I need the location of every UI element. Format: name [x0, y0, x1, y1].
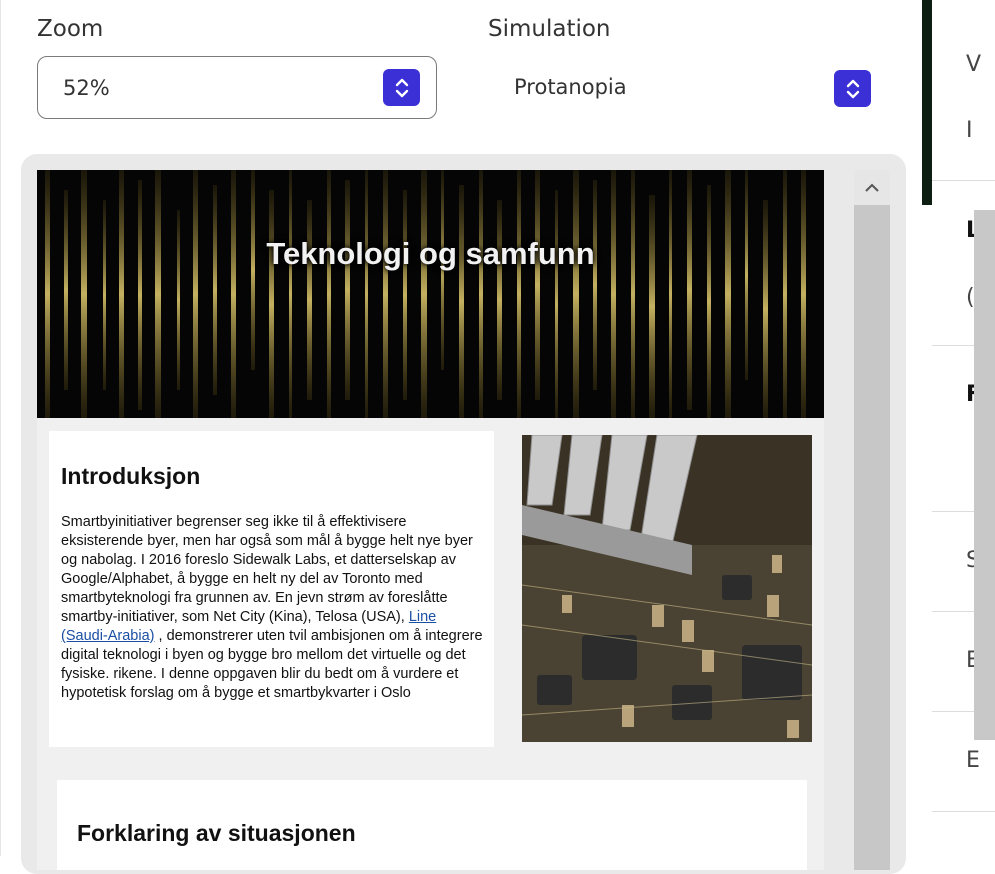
up-down-chevron-icon[interactable] — [834, 70, 871, 107]
intro-card: Introduksjon Smartbyinitiativer begrense… — [49, 431, 494, 747]
simulation-select[interactable]: Protanopia — [487, 56, 887, 119]
intro-title: Introduksjon — [61, 463, 201, 489]
background-image-sliver — [922, 0, 932, 205]
banner-title: Teknologi og samfunn — [266, 236, 595, 271]
page-scrollbar[interactable] — [974, 210, 995, 740]
circuit-board-image — [522, 435, 812, 742]
simulation-value: Protanopia — [514, 75, 627, 99]
simulation-label: Simulation — [488, 16, 611, 42]
background-page-edge: V I L ( F S E E — [922, 0, 995, 856]
situation-title: Forklaring av situasjonen — [77, 820, 356, 846]
banner-image: Teknologi og samfunn — [37, 170, 824, 418]
up-down-chevron-icon[interactable] — [383, 69, 420, 106]
zoom-label: Zoom — [37, 16, 104, 42]
zoom-select[interactable]: 52% — [37, 56, 437, 119]
zoom-value: 52% — [63, 76, 110, 100]
edge-text: V — [966, 52, 982, 77]
situation-card: Forklaring av situasjonen — [57, 780, 807, 870]
intro-text: Smartbyinitiativer begrenser seg ikke ti… — [61, 513, 485, 703]
divider — [932, 180, 995, 181]
edge-text: I — [966, 118, 973, 143]
scroll-up-icon[interactable] — [854, 170, 890, 205]
simulation-panel: Zoom 52% Simulation Protanopia Teknologi… — [0, 0, 923, 874]
matrix-code-image — [45, 170, 806, 418]
preview-scrollbar[interactable] — [854, 170, 890, 870]
edge-text: E — [966, 748, 980, 773]
document-preview[interactable]: Teknologi og samfunn Introduksjon Smartb… — [37, 170, 824, 870]
divider — [932, 811, 995, 812]
